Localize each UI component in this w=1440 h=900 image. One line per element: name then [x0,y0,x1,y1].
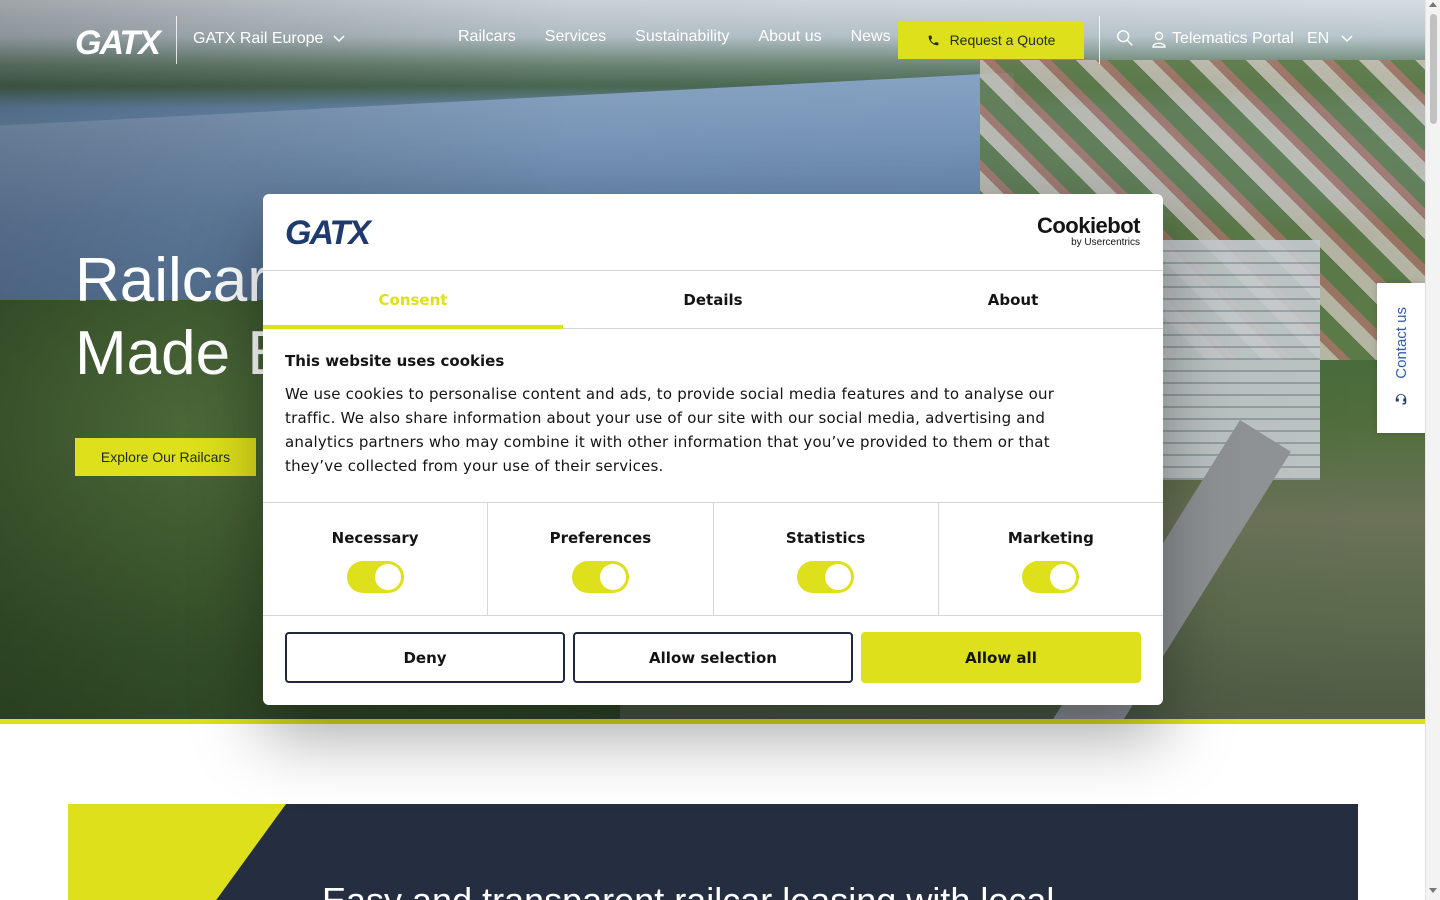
dialog-title: This website uses cookies [285,352,505,370]
hero-title: Railcar Made E [75,244,289,390]
request-quote-label: Request a Quote [949,32,1056,48]
contact-us-tab[interactable]: Contact us [1377,283,1425,433]
region-label: GATX Rail Europe [193,30,324,47]
toggle-necessary: Necessary [263,503,489,615]
dialog-body: This website uses cookies We use cookies… [285,352,1105,478]
hero-title-line2: Made E [75,319,289,388]
marketing-switch[interactable] [1022,561,1080,593]
tab-about[interactable]: About [863,271,1163,328]
dialog-text: We use cookies to personalise content an… [285,385,1055,475]
headset-icon [1395,393,1407,405]
user-icon [1152,31,1166,48]
scroll-thumb[interactable] [1430,14,1437,124]
tab-details[interactable]: Details [563,271,863,328]
nav-about-us[interactable]: About us [758,28,821,46]
cookiebot-name: Cookiebot [1036,213,1141,238]
chevron-down-icon [1341,35,1353,43]
allow-selection-button[interactable]: Allow selection [573,632,853,683]
search-icon[interactable] [1116,29,1134,47]
necessary-switch[interactable] [346,561,404,593]
toggle-marketing: Marketing [939,503,1163,615]
header-divider-right [1099,16,1100,64]
explore-railcars-button[interactable]: Explore Our Railcars [75,438,256,476]
tab-consent[interactable]: Consent [263,271,563,329]
nav-railcars[interactable]: Railcars [458,28,516,46]
telematics-label: Telematics Portal [1172,30,1294,47]
nav-sustainability[interactable]: Sustainability [635,28,729,46]
chevron-down-icon [333,35,345,43]
cookie-consent-dialog: GATX Cookiebot by Usercentrics Consent D… [263,194,1163,705]
page-scrollbar[interactable] [1425,0,1440,900]
toggle-label: Necessary [331,529,419,547]
region-selector[interactable]: GATX Rail Europe [193,30,345,48]
toggle-label: Preferences [549,529,652,547]
banner-accent-shape [68,804,286,900]
cookiebot-logo[interactable]: Cookiebot by Usercentrics [1036,213,1141,249]
main-nav: Railcars Services Sustainability About u… [458,28,891,46]
banner-heading: Easy and transparent railcar leasing wit… [322,880,1054,900]
language-label: EN [1307,30,1330,47]
switch-knob [374,564,401,590]
nav-services[interactable]: Services [545,28,606,46]
hero-accent-line [0,719,1425,724]
nav-news[interactable]: News [851,28,891,46]
toggle-label: Statistics [785,529,866,547]
switch-knob [599,564,626,590]
intro-banner: Easy and transparent railcar leasing wit… [68,804,1358,900]
cookiebot-sub: by Usercentrics [1071,237,1140,248]
dialog-tabs: Consent Details About [263,271,1163,329]
hero-title-line1: Railcar [75,246,268,315]
deny-button[interactable]: Deny [285,632,565,683]
toggle-preferences: Preferences [488,503,714,615]
consent-toggles: Necessary Preferences Statistics Marketi… [263,502,1163,616]
preferences-switch[interactable] [571,561,629,593]
language-selector[interactable]: EN [1307,30,1353,48]
statistics-switch[interactable] [797,561,855,593]
scroll-down-arrow[interactable] [1429,888,1437,893]
header-divider [176,16,177,64]
toggle-label: Marketing [1007,529,1094,547]
gatx-logo[interactable]: GATX [75,24,161,63]
dialog-header: GATX Cookiebot by Usercentrics [263,194,1163,271]
switch-knob [825,564,852,590]
scroll-up-arrow[interactable] [1429,2,1437,7]
contact-us-label: Contact us [1392,307,1410,379]
phone-icon [928,35,938,45]
toggle-statistics: Statistics [714,503,939,615]
allow-all-button[interactable]: Allow all [861,632,1141,683]
dialog-actions: Deny Allow selection Allow all [285,632,1141,683]
dialog-gatx-logo: GATX [285,214,371,252]
telematics-portal-link[interactable]: Telematics Portal [1152,30,1294,48]
request-quote-button[interactable]: Request a Quote [898,21,1084,59]
switch-knob [1050,564,1077,590]
